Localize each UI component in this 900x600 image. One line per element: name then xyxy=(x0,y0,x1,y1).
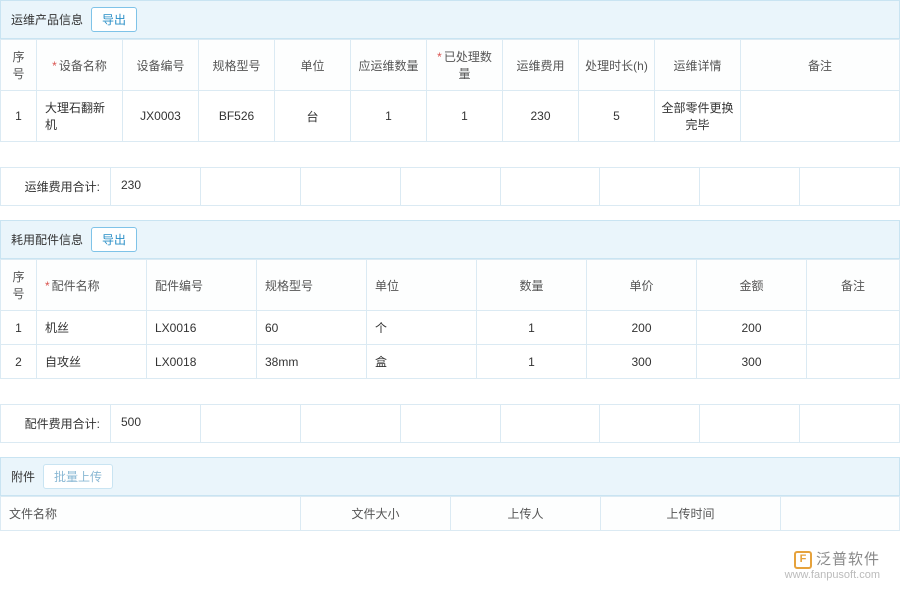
table-cell: JX0003 xyxy=(123,91,199,142)
section2-summary-value: 500 xyxy=(111,405,201,442)
section3-table: 文件名称文件大小上传人上传时间 xyxy=(0,496,900,531)
table-cell: 盒 xyxy=(367,345,477,379)
column-header: *已处理数量 xyxy=(427,40,503,91)
section1-summary-value: 230 xyxy=(111,168,201,205)
column-header: 序号 xyxy=(1,260,37,311)
table-cell: 2 xyxy=(1,345,37,379)
column-header: 序号 xyxy=(1,40,37,91)
table-cell: 1 xyxy=(1,91,37,142)
section3-title: 附件 xyxy=(11,468,35,485)
column-header: 文件大小 xyxy=(301,497,451,531)
section2-header: 耗用配件信息 导出 xyxy=(0,220,900,259)
section2-title: 耗用配件信息 xyxy=(11,231,83,248)
section1-export-button[interactable]: 导出 xyxy=(91,7,137,32)
table-cell: BF526 xyxy=(199,91,275,142)
table-row: 1大理石翻新机JX0003BF526台112305全部零件更换完毕 xyxy=(1,91,900,142)
column-header: 上传人 xyxy=(451,497,601,531)
table-cell xyxy=(807,345,900,379)
section2-export-button[interactable]: 导出 xyxy=(91,227,137,252)
table-row: 2自攻丝LX001838mm盒1300300 xyxy=(1,345,900,379)
column-header: 备注 xyxy=(807,260,900,311)
section2-summary-label: 配件费用合计: xyxy=(1,405,111,442)
column-header: 金额 xyxy=(697,260,807,311)
column-header: 单位 xyxy=(367,260,477,311)
column-header: *设备名称 xyxy=(37,40,123,91)
watermark-brand: 泛普软件 xyxy=(816,551,880,569)
column-header: 应运维数量 xyxy=(351,40,427,91)
column-header: 设备编号 xyxy=(123,40,199,91)
table-cell: 38mm xyxy=(257,345,367,379)
column-header: 单位 xyxy=(275,40,351,91)
section1-title: 运维产品信息 xyxy=(11,11,83,28)
table-cell: 个 xyxy=(367,311,477,345)
table-cell: 230 xyxy=(503,91,579,142)
section1-summary: 运维费用合计: 230 xyxy=(0,167,900,206)
watermark: F 泛普软件 www.fanpusoft.com xyxy=(785,551,880,582)
section1-header: 运维产品信息 导出 xyxy=(0,0,900,39)
table-cell: 1 xyxy=(351,91,427,142)
table-cell xyxy=(741,91,900,142)
table-cell: LX0018 xyxy=(147,345,257,379)
column-header: 上传时间 xyxy=(601,497,781,531)
table-cell: 60 xyxy=(257,311,367,345)
column-header: 规格型号 xyxy=(199,40,275,91)
table-cell: 机丝 xyxy=(37,311,147,345)
column-header: 规格型号 xyxy=(257,260,367,311)
table-cell: 300 xyxy=(697,345,807,379)
column-header: 单价 xyxy=(587,260,697,311)
column-header: 文件名称 xyxy=(1,497,301,531)
logo-icon: F xyxy=(794,551,812,569)
table-cell: 200 xyxy=(587,311,697,345)
table-cell: 200 xyxy=(697,311,807,345)
column-header: 运维详情 xyxy=(655,40,741,91)
column-header: 备注 xyxy=(741,40,900,91)
table-cell: 大理石翻新机 xyxy=(37,91,123,142)
table-cell: LX0016 xyxy=(147,311,257,345)
table-cell: 5 xyxy=(579,91,655,142)
table-cell: 全部零件更换完毕 xyxy=(655,91,741,142)
column-header: 配件编号 xyxy=(147,260,257,311)
table-cell: 自攻丝 xyxy=(37,345,147,379)
section2-summary: 配件费用合计: 500 xyxy=(0,404,900,443)
table-cell: 1 xyxy=(427,91,503,142)
table-cell: 1 xyxy=(477,345,587,379)
watermark-url: www.fanpusoft.com xyxy=(785,569,880,582)
table-cell: 300 xyxy=(587,345,697,379)
column-header: *配件名称 xyxy=(37,260,147,311)
table-row: 1机丝LX001660个1200200 xyxy=(1,311,900,345)
column-header: 运维费用 xyxy=(503,40,579,91)
table-cell: 1 xyxy=(1,311,37,345)
table-cell: 台 xyxy=(275,91,351,142)
section1-summary-label: 运维费用合计: xyxy=(1,168,111,205)
section3-upload-button[interactable]: 批量上传 xyxy=(43,464,113,489)
section1-table: 序号*设备名称设备编号规格型号单位应运维数量*已处理数量运维费用处理时长(h)运… xyxy=(0,39,900,142)
table-cell: 1 xyxy=(477,311,587,345)
column-header: 处理时长(h) xyxy=(579,40,655,91)
section2-table: 序号*配件名称配件编号规格型号单位数量单价金额备注 1机丝LX001660个12… xyxy=(0,259,900,379)
column-header xyxy=(781,497,900,531)
table-cell xyxy=(807,311,900,345)
column-header: 数量 xyxy=(477,260,587,311)
section3-header: 附件 批量上传 xyxy=(0,457,900,496)
